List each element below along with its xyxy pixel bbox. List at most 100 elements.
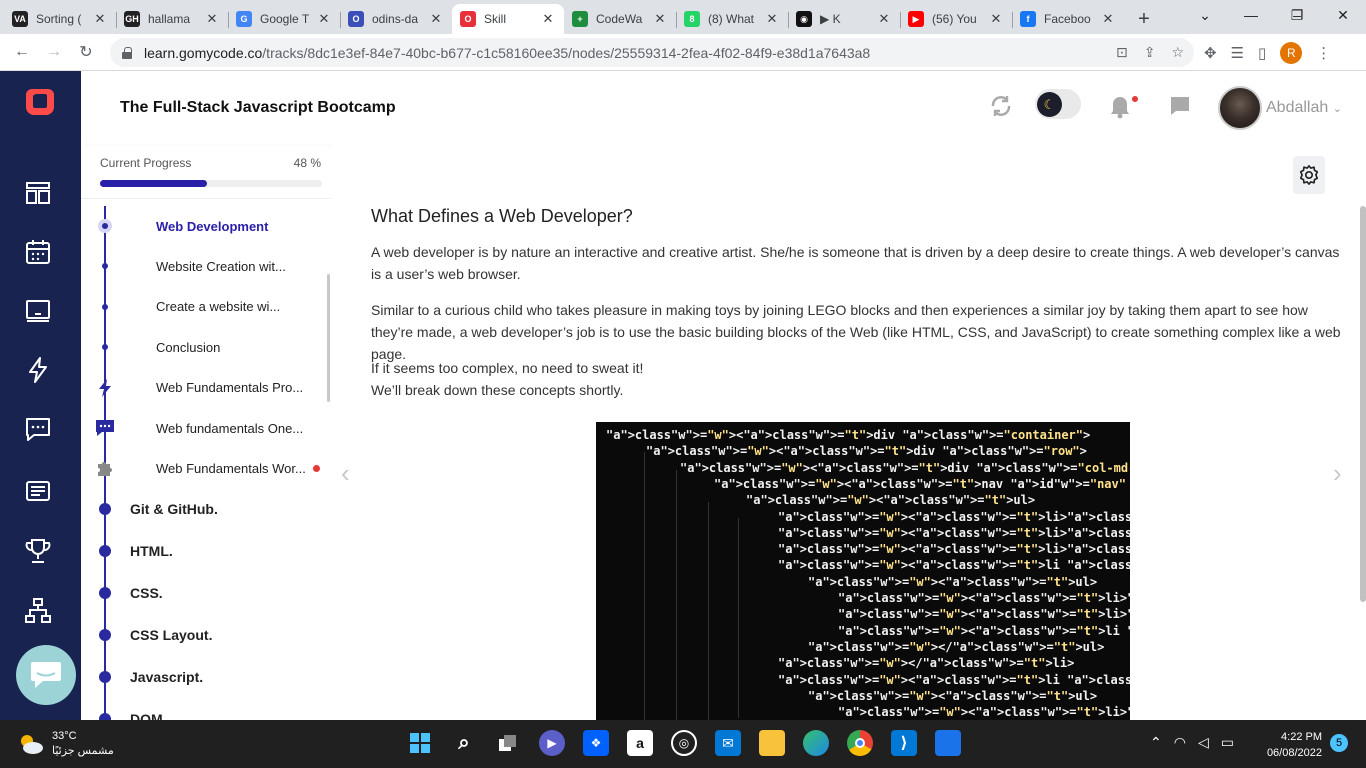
- close-icon[interactable]: ✕: [428, 11, 444, 27]
- lightning-icon[interactable]: [24, 356, 52, 384]
- browser-tab[interactable]: Oodins-da ✕: [340, 4, 452, 34]
- laptop-icon[interactable]: [24, 297, 52, 325]
- lesson-item[interactable]: Web Development: [81, 206, 331, 246]
- wifi-icon[interactable]: ◠: [1174, 734, 1186, 751]
- chat-icon[interactable]: [24, 415, 52, 443]
- date: 06/08/2022: [1266, 747, 1322, 759]
- browser-tab[interactable]: O Skill ✕: [452, 4, 564, 34]
- module-dot-icon: [99, 587, 111, 599]
- photos-icon[interactable]: [935, 730, 961, 756]
- lesson-item[interactable]: Website Creation wit...: [81, 246, 331, 286]
- user-name-label: Abdallah: [1266, 99, 1329, 116]
- bell-icon[interactable]: [1109, 95, 1131, 119]
- volume-icon[interactable]: ◁: [1198, 734, 1209, 751]
- document-icon[interactable]: [24, 477, 52, 505]
- url-bar[interactable]: learn.gomycode.co/tracks/8dc1e3ef-84e7-4…: [110, 38, 1194, 67]
- avatar[interactable]: [1218, 86, 1262, 130]
- reading-list-icon[interactable]: ☰: [1231, 44, 1244, 62]
- browser-tab[interactable]: f Faceboo ✕: [1012, 4, 1124, 34]
- tab-list: VA Sorting (✕ GH hallama ✕ G Google T ✕ Oodins-d…: [0, 0, 1124, 34]
- translate-icon[interactable]: ⊡: [1116, 44, 1128, 61]
- notification-badge[interactable]: 5: [1330, 734, 1348, 752]
- edge-icon[interactable]: [803, 730, 829, 756]
- task-view-icon[interactable]: [495, 730, 521, 756]
- close-icon[interactable]: ✕: [92, 11, 108, 27]
- lesson-item[interactable]: Web Fundamentals Wor...: [81, 448, 331, 488]
- search-icon[interactable]: ⌕: [451, 730, 477, 756]
- lesson-item[interactable]: Web Fundamentals Pro...: [81, 368, 331, 408]
- tab-search-icon[interactable]: ⌄: [1182, 0, 1228, 30]
- clock[interactable]: 4:22 PM 06/08/2022: [1258, 729, 1322, 761]
- share-icon[interactable]: ⇪: [1144, 44, 1156, 61]
- indent-guide: [708, 502, 709, 720]
- chevron-up-icon[interactable]: ⌃: [1150, 734, 1162, 751]
- dropbox-icon[interactable]: ❖: [583, 730, 609, 756]
- dashboard-icon[interactable]: [24, 179, 52, 207]
- start-button[interactable]: [407, 730, 433, 756]
- chrome-menu-icon[interactable]: ⋮: [1316, 44, 1331, 62]
- next-arrow-icon[interactable]: ›: [1333, 458, 1342, 489]
- settings-button[interactable]: [1293, 156, 1325, 194]
- close-icon[interactable]: ✕: [876, 11, 892, 27]
- gomycode-logo[interactable]: [24, 85, 56, 117]
- close-icon[interactable]: ✕: [540, 11, 556, 27]
- user-name[interactable]: Abdallah ⌄: [1266, 99, 1342, 117]
- close-icon[interactable]: ✕: [204, 11, 220, 27]
- teams-chat-icon[interactable]: ▶: [539, 730, 565, 756]
- dark-mode-toggle[interactable]: ☾: [1035, 89, 1081, 119]
- new-tab-button[interactable]: +: [1130, 4, 1158, 34]
- module-item[interactable]: Javascript.: [81, 656, 331, 698]
- browser-tab[interactable]: ◉ ▶ K ✕: [788, 4, 900, 34]
- module-item[interactable]: CSS.: [81, 572, 331, 614]
- browser-tab[interactable]: G Google T ✕: [228, 4, 340, 34]
- lesson-item[interactable]: Web fundamentals One...: [81, 408, 331, 448]
- battery-icon[interactable]: ▭: [1221, 734, 1234, 751]
- trophy-icon[interactable]: [24, 537, 52, 565]
- previous-arrow-icon[interactable]: ‹: [341, 458, 350, 489]
- close-icon[interactable]: ✕: [316, 11, 332, 27]
- back-button[interactable]: ←: [6, 36, 38, 68]
- module-item[interactable]: CSS Layout.: [81, 614, 331, 656]
- close-icon[interactable]: ✕: [988, 11, 1004, 27]
- close-icon[interactable]: ✕: [1100, 11, 1116, 27]
- calendar-icon[interactable]: [24, 238, 52, 266]
- browser-tab[interactable]: 8 (8) What ✕: [676, 4, 788, 34]
- tab-title: Sorting (: [36, 12, 82, 26]
- side-panel-icon[interactable]: ▯: [1258, 44, 1266, 62]
- file-explorer-icon[interactable]: [759, 730, 785, 756]
- close-icon[interactable]: ✕: [764, 11, 780, 27]
- gear-icon: [1299, 165, 1319, 185]
- browser-tab[interactable]: + CodeWa ✕: [564, 4, 676, 34]
- lesson-item[interactable]: Conclusion: [81, 327, 331, 367]
- chrome-icon[interactable]: [847, 730, 873, 756]
- app-icon[interactable]: ◎: [671, 730, 697, 756]
- sitemap-icon[interactable]: [24, 597, 52, 625]
- amazon-icon[interactable]: a: [627, 730, 653, 756]
- mail-icon[interactable]: ✉: [715, 730, 741, 756]
- minimize-window-button[interactable]: —: [1228, 0, 1274, 30]
- content-scrollbar[interactable]: [1360, 206, 1366, 602]
- lesson-item[interactable]: Create a website wi...: [81, 287, 331, 327]
- dot-icon: [102, 344, 108, 351]
- browser-tab[interactable]: VA Sorting (✕: [4, 4, 116, 34]
- sync-icon[interactable]: [989, 94, 1013, 118]
- browser-tab[interactable]: GH hallama ✕: [116, 4, 228, 34]
- messages-icon[interactable]: [1169, 95, 1191, 117]
- tab-title: hallama: [148, 12, 191, 26]
- module-item[interactable]: Git & GitHub.: [81, 488, 331, 530]
- close-window-button[interactable]: ✕: [1320, 0, 1366, 30]
- module-item[interactable]: DOM.: [81, 698, 331, 720]
- bookmark-star-icon[interactable]: ☆: [1171, 44, 1184, 61]
- profile-avatar[interactable]: R: [1280, 41, 1303, 64]
- reload-button[interactable]: ↻: [70, 36, 102, 68]
- support-chat-button[interactable]: [16, 645, 76, 705]
- vscode-icon[interactable]: ⟩: [891, 730, 917, 756]
- sidebar-scrollbar[interactable]: [327, 274, 330, 402]
- extensions-puzzle-icon[interactable]: ✥: [1204, 44, 1217, 62]
- close-icon[interactable]: ✕: [652, 11, 668, 27]
- module-item[interactable]: HTML.: [81, 530, 331, 572]
- restore-window-button[interactable]: ❐: [1274, 0, 1320, 30]
- browser-tab[interactable]: ▶ (56) You ✕: [900, 4, 1012, 34]
- weather-widget[interactable]: 33°C مشمس جزئيًا: [18, 729, 114, 759]
- forward-button[interactable]: →: [38, 36, 70, 68]
